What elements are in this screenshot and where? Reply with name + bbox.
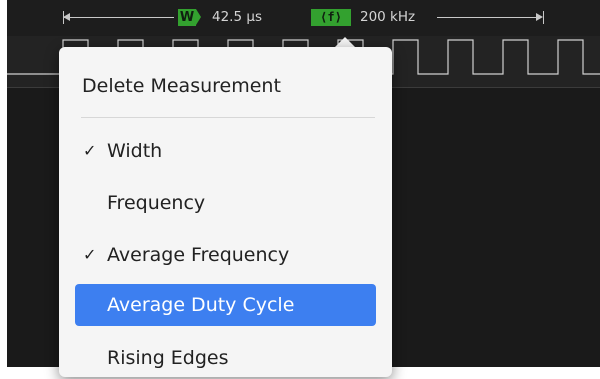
menu-item-label: Average Duty Cycle [107,294,295,316]
range-end-arrow-icon [536,13,543,21]
menu-item-label: Average Frequency [107,244,290,266]
menu-item-width[interactable]: ✓ Width [75,130,376,172]
width-badge-tip [196,9,201,25]
menu-separator [81,117,375,118]
delete-measurement-item[interactable]: Delete Measurement [75,65,376,107]
width-badge: W [178,9,196,26]
menu-item-frequency[interactable]: Frequency [75,182,376,224]
measurement-context-menu: Delete Measurement ✓ Width Frequency ✓ A… [59,47,392,377]
checkmark-icon: ✓ [83,141,97,160]
frequency-value: 200 kHz [360,9,416,25]
menu-item-label: Width [107,140,163,162]
menu-item-average-frequency[interactable]: ✓ Average Frequency [75,234,376,276]
menu-item-average-duty-cycle[interactable]: Average Duty Cycle [75,284,376,326]
delete-measurement-label: Delete Measurement [82,75,281,97]
menu-item-rising-edges[interactable]: Rising Edges [75,337,376,379]
menu-item-label: Rising Edges [107,347,229,369]
measurement-bar[interactable]: W 42.5 µs ⟨f⟩ 200 kHz [7,0,600,36]
checkmark-icon: ✓ [83,245,97,264]
frequency-badge: ⟨f⟩ [311,9,351,26]
range-line-right [437,17,537,18]
range-line-left [64,17,174,18]
menu-item-label: Frequency [107,192,206,214]
range-end-marker [543,11,544,24]
width-value: 42.5 µs [212,9,262,25]
